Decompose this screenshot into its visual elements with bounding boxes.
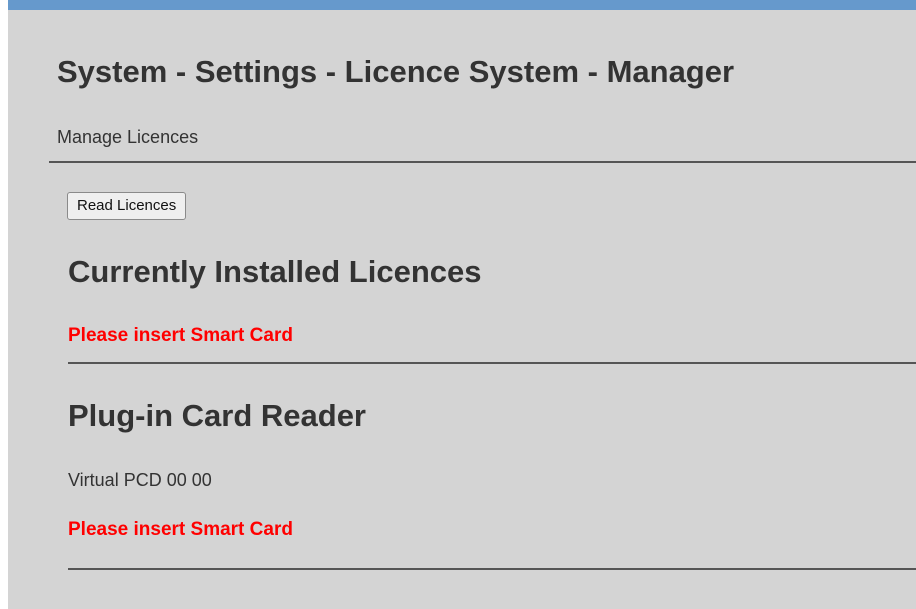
page-title: System - Settings - Licence System - Man…	[57, 54, 735, 89]
read-licences-button[interactable]: Read Licences	[67, 192, 187, 220]
section-divider-bottom	[68, 568, 916, 570]
card-reader-alert: Please insert Smart Card	[68, 519, 293, 540]
installed-licences-heading: Currently Installed Licences	[68, 254, 482, 289]
page-subtitle: Manage Licences	[57, 127, 199, 147]
card-reader-name: Virtual PCD 00 00	[68, 470, 212, 490]
card-reader-heading: Plug-in Card Reader	[68, 398, 366, 433]
installed-licences-alert: Please insert Smart Card	[68, 325, 293, 346]
licence-manager-page: System - Settings - Licence System - Man…	[8, 0, 916, 609]
section-divider-top	[49, 161, 916, 163]
top-accent-bar	[8, 0, 916, 10]
section-divider-middle	[68, 362, 916, 364]
